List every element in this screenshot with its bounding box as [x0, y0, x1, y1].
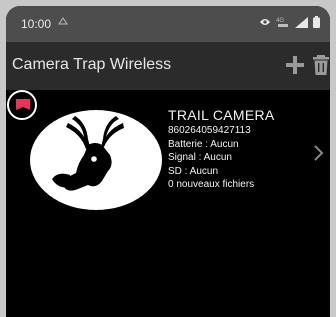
- trash-icon: [313, 55, 329, 75]
- camera-info: TRAIL CAMERA 860264059427113 Batterie : …: [168, 106, 275, 192]
- phone-screen: 10:00 4G Camera Trap Wireless TRAIL CAME…: [6, 6, 330, 317]
- status-time: 10:00: [21, 17, 52, 31]
- battery-status: Batterie : Aucun: [168, 138, 239, 150]
- delete-button[interactable]: [308, 52, 330, 78]
- new-files-count: 0 nouveaux fichiers: [168, 179, 255, 190]
- notification-icon: [58, 17, 68, 28]
- app-bar: Camera Trap Wireless: [6, 42, 330, 90]
- sd-status: SD : Aucun: [168, 165, 219, 177]
- svg-text:4G: 4G: [276, 18, 284, 24]
- add-camera-button[interactable]: [282, 52, 308, 78]
- signal-icon: [295, 16, 308, 28]
- battery-icon: [313, 16, 320, 28]
- deer-silhouette-icon: [30, 110, 162, 210]
- status-bar: 10:00 4G: [6, 6, 330, 42]
- chevron-right-icon: [314, 145, 324, 161]
- camera-id: 860264059427113: [168, 125, 251, 136]
- camera-list: TRAIL CAMERA 860264059427113 Batterie : …: [6, 90, 330, 317]
- status-icons: 4G: [259, 16, 320, 28]
- app-title: Camera Trap Wireless: [12, 56, 172, 73]
- camera-name: TRAIL CAMERA: [168, 107, 275, 123]
- plus-icon: [286, 56, 304, 74]
- network-type-icon: 4G: [276, 18, 288, 27]
- signal-status: Signal : Aucun: [168, 152, 232, 163]
- camera-list-item[interactable]: TRAIL CAMERA 860264059427113 Batterie : …: [6, 104, 330, 214]
- eye-icon: [260, 19, 270, 25]
